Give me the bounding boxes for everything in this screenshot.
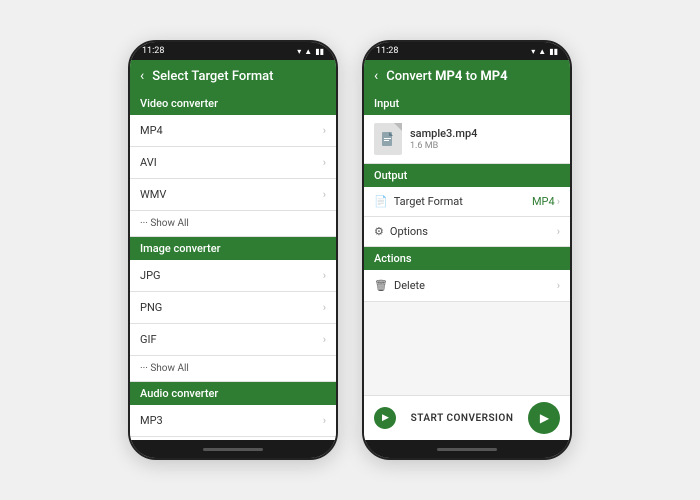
chevron-icon-mp3: › <box>323 414 326 427</box>
start-play-icon-small[interactable]: ▶ <box>374 407 396 429</box>
chevron-icon-gif: › <box>323 333 326 346</box>
app-bar-left: ‹ Select Target Format <box>130 60 336 92</box>
section-header-audio: Audio converter <box>130 382 336 405</box>
delete-row[interactable]: 🗑 Delete › <box>364 270 570 302</box>
format-item-avi[interactable]: AVI › <box>130 147 336 179</box>
home-bar-left <box>203 448 263 451</box>
section-header-video: Video converter <box>130 92 336 115</box>
battery-icon-right: ▮▮ <box>549 47 558 56</box>
options-left: ⚙ Options <box>374 225 428 238</box>
show-all-video-label: ··· Show All <box>140 218 189 229</box>
delete-icon: 🗑 <box>374 279 388 292</box>
chevron-icon-wmv: › <box>323 188 326 201</box>
chevron-icon-jpg: › <box>323 269 326 282</box>
status-bar-left: 11:28 ▾ ▲ ▮▮ <box>130 42 336 60</box>
delete-left: 🗑 Delete <box>374 279 425 292</box>
format-item-gif[interactable]: GIF › <box>130 324 336 356</box>
target-format-chevron: › <box>557 195 560 208</box>
show-all-image[interactable]: ··· Show All <box>130 356 336 382</box>
chevron-icon-mp4: › <box>323 124 326 137</box>
output-target-format-row[interactable]: 📄 Target Format MP4 › <box>364 187 570 217</box>
signal-icon-right: ▲ <box>538 47 546 56</box>
signal-icon: ▲ <box>304 47 312 56</box>
doc-line2 <box>384 140 389 141</box>
app-bar-right: ‹ Convert MP4 to MP4 <box>364 60 570 92</box>
section-header-input: Input <box>364 92 570 115</box>
chevron-icon-png: › <box>323 301 326 314</box>
delete-label: Delete <box>394 279 425 292</box>
input-file-row: sample3.mp4 1.6 MB <box>364 115 570 164</box>
target-format-val-text: MP4 <box>532 195 555 208</box>
format-label-avi: AVI <box>140 156 157 169</box>
home-bar-right <box>437 448 497 451</box>
section-header-actions: Actions <box>364 247 570 270</box>
back-button-right[interactable]: ‹ <box>374 68 378 84</box>
target-format-value: MP4 › <box>532 195 560 208</box>
wifi-icon-right: ▾ <box>531 47 535 56</box>
screen-title-right: Convert MP4 to MP4 <box>386 69 507 84</box>
title-format-to: MP4 <box>480 69 507 84</box>
format-label-jpg: JPG <box>140 269 161 282</box>
spacer <box>364 302 570 342</box>
file-size: 1.6 MB <box>410 141 477 151</box>
home-indicator-left <box>130 440 336 458</box>
title-format-from: MP4 <box>435 69 462 84</box>
conversion-screen: Input sample3.mp4 1.6 MB Output 📄 Target… <box>364 92 570 395</box>
format-item-png[interactable]: PNG › <box>130 292 336 324</box>
battery-icon: ▮▮ <box>315 47 324 56</box>
output-options-row[interactable]: ⚙ Options › <box>364 217 570 247</box>
play-arrow-big: ▶ <box>540 411 549 425</box>
title-prefix: Convert <box>386 69 435 84</box>
format-list: Video converter MP4 › AVI › WMV › ··· Sh… <box>130 92 336 440</box>
time-left: 11:28 <box>142 46 164 56</box>
format-item-mp3[interactable]: MP3 › <box>130 405 336 437</box>
show-all-image-label: ··· Show All <box>140 363 189 374</box>
format-item-mp4[interactable]: MP4 › <box>130 115 336 147</box>
target-format-label: Target Format <box>394 195 463 208</box>
file-info: sample3.mp4 1.6 MB <box>410 127 477 151</box>
format-label-mp3: MP3 <box>140 414 163 427</box>
target-format-icon: 📄 <box>374 195 388 208</box>
chevron-icon-avi: › <box>323 156 326 169</box>
phone-left: 11:28 ▾ ▲ ▮▮ ‹ Select Target Format Vide… <box>128 40 338 460</box>
format-item-jpg[interactable]: JPG › <box>130 260 336 292</box>
status-icons-left: ▾ ▲ ▮▮ <box>297 47 324 56</box>
title-middle: to <box>462 69 480 84</box>
file-icon <box>374 123 402 155</box>
screen-title-left: Select Target Format <box>152 69 273 84</box>
time-right: 11:28 <box>376 46 398 56</box>
status-icons-right: ▾ ▲ ▮▮ <box>531 47 558 56</box>
status-bar-right: 11:28 ▾ ▲ ▮▮ <box>364 42 570 60</box>
home-indicator-right <box>364 440 570 458</box>
start-conversion-label[interactable]: START CONVERSION <box>411 413 514 424</box>
wifi-icon: ▾ <box>297 47 301 56</box>
start-conversion-bar: ▶ START CONVERSION ▶ <box>364 395 570 440</box>
target-format-left: 📄 Target Format <box>374 195 463 208</box>
file-name: sample3.mp4 <box>410 127 477 140</box>
phone-right: 11:28 ▾ ▲ ▮▮ ‹ Convert MP4 to MP4 Input <box>362 40 572 460</box>
format-label-mp4: MP4 <box>140 124 163 137</box>
play-arrow-small: ▶ <box>382 413 389 423</box>
format-label-gif: GIF <box>140 333 157 346</box>
section-header-output: Output <box>364 164 570 187</box>
delete-chevron: › <box>557 279 560 292</box>
section-header-image: Image converter <box>130 237 336 260</box>
options-chevron: › <box>557 225 560 238</box>
doc-line1 <box>384 138 391 139</box>
show-all-video[interactable]: ··· Show All <box>130 211 336 237</box>
format-item-wmv[interactable]: WMV › <box>130 179 336 211</box>
document-svg-icon <box>381 131 395 147</box>
back-button-left[interactable]: ‹ <box>140 68 144 84</box>
format-label-wmv: WMV <box>140 188 166 201</box>
start-conversion-button[interactable]: ▶ <box>528 402 560 434</box>
options-icon: ⚙ <box>374 225 384 238</box>
format-label-png: PNG <box>140 301 162 314</box>
options-label: Options <box>390 225 428 238</box>
